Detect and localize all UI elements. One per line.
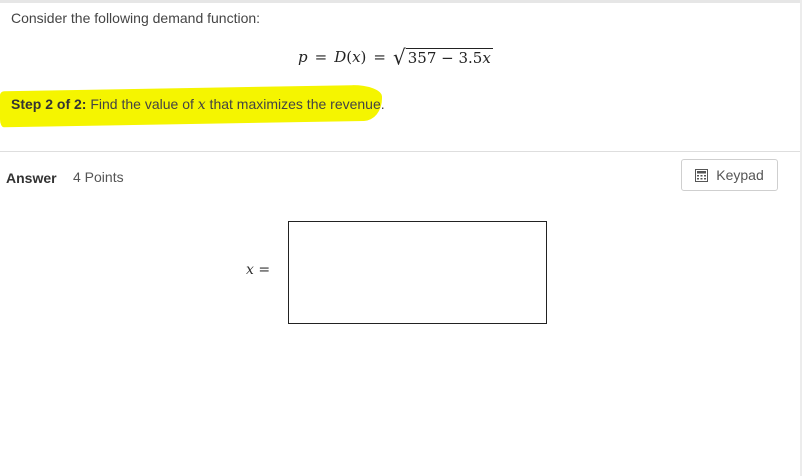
keypad-button[interactable]: Keypad	[681, 159, 778, 191]
step-text: Step 2 of 2: Find the value of x that ma…	[11, 96, 385, 113]
section-divider	[0, 151, 800, 152]
demand-equation: p = D(x) = √ 357 − 3.5x	[298, 44, 493, 70]
top-divider	[0, 0, 802, 3]
answer-equals: =	[258, 262, 271, 278]
points-label: 4 Points	[73, 169, 124, 185]
step-variable: x	[197, 97, 206, 113]
answer-variable: x	[246, 262, 254, 278]
radicand-constant: 357 − 3.5	[407, 49, 483, 67]
radicand-variable: x	[482, 49, 491, 67]
keypad-label: Keypad	[716, 167, 764, 183]
calculator-icon	[695, 168, 709, 182]
eq-func: D	[334, 48, 347, 66]
eq-p: p	[298, 48, 308, 66]
eq-equals-1: =	[314, 48, 328, 66]
step-text-before: Find the value of	[86, 96, 198, 112]
square-root: √ 357 − 3.5x	[392, 44, 493, 70]
answer-label: Answer	[6, 170, 57, 186]
step-instruction: Step 2 of 2: Find the value of x that ma…	[0, 84, 400, 128]
step-text-after: that maximizes the revenue.	[205, 96, 385, 112]
eq-equals-2: =	[373, 48, 386, 66]
answer-input[interactable]	[288, 221, 547, 324]
radical-sign-icon: √	[392, 44, 406, 70]
eq-arg: x	[352, 48, 361, 66]
radicand: 357 − 3.5x	[405, 48, 493, 67]
step-label: Step 2 of 2:	[11, 96, 87, 112]
answer-variable-label: x =	[246, 262, 270, 278]
question-prompt: Consider the following demand function:	[11, 10, 261, 26]
